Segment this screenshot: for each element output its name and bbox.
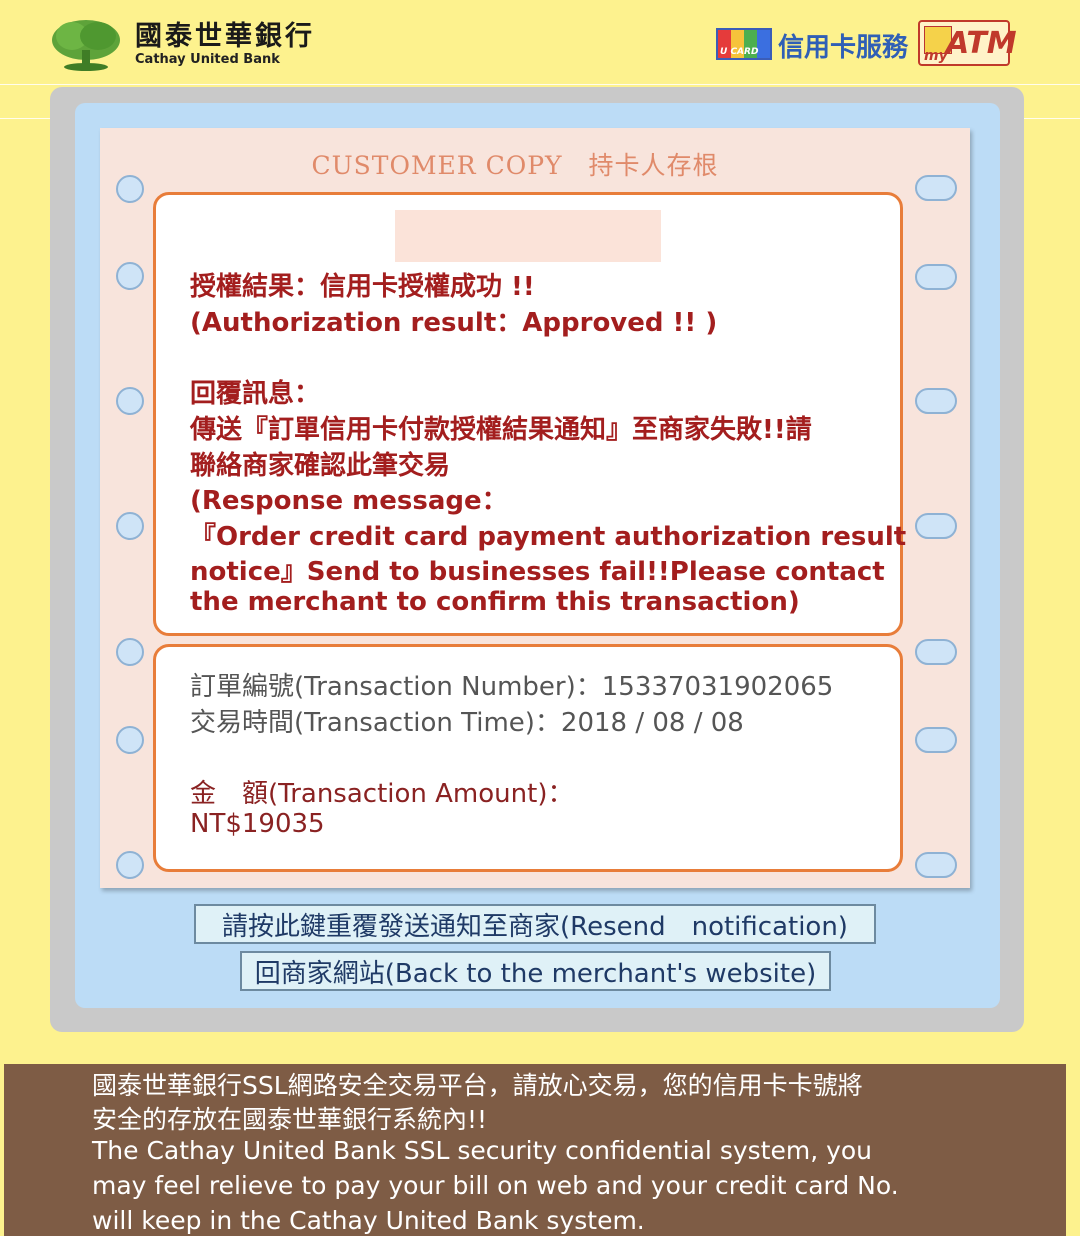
response-message-en-line2: notice』Send to businesses fail!!Please c… (190, 557, 885, 587)
response-message-zh-line2: 聯絡商家確認此筆交易 (190, 451, 451, 481)
page-header: 國泰世華銀行 Cathay United Bank U CARD 信用卡服務 A… (0, 0, 1080, 84)
response-label-en: (Response message： (190, 486, 508, 516)
redacted-area (395, 210, 661, 262)
footer-notice-en-line1: The Cathay United Bank SSL security conf… (92, 1136, 873, 1165)
cathay-tree-logo-icon (52, 20, 120, 71)
transaction-number: 訂單編號(Transaction Number)：15337031902065 (190, 672, 834, 702)
perforation-hole (915, 264, 957, 290)
perforation-hole (915, 639, 957, 665)
bank-name-chinese: 國泰世華銀行 (135, 21, 315, 52)
auth-result-zh: 授權結果：信用卡授權成功 !! (190, 272, 535, 302)
auth-result-en: (Authorization result：Approved !! ) (190, 308, 718, 338)
transaction-amount-label: 金 額(Transaction Amount)： (190, 779, 574, 809)
perforation-hole (915, 727, 957, 753)
response-message-en-line3: the merchant to confirm this transaction… (190, 587, 800, 617)
perforation-hole (915, 175, 957, 201)
my-atm-logo[interactable]: ATM my (918, 20, 1017, 66)
atm-logo-text: ATM (946, 26, 1017, 61)
perforation-hole (116, 851, 144, 879)
customer-copy-title: CUSTOMER COPY 持卡人存根 (311, 151, 719, 180)
perforation-hole (116, 175, 144, 203)
back-to-merchant-button[interactable]: 回商家網站(Back to the merchant's website) (240, 951, 831, 991)
perforation-hole (116, 638, 144, 666)
ucard-logo[interactable]: U CARD (716, 28, 772, 60)
resend-notification-button[interactable]: 請按此鍵重覆發送通知至商家(Resend notification) (194, 904, 876, 944)
response-message-en-line1: 『Order credit card payment authorization… (190, 522, 907, 552)
perforation-hole (116, 512, 144, 540)
transaction-time: 交易時間(Transaction Time)：2018 / 08 / 08 (190, 708, 744, 738)
perforation-hole (915, 513, 957, 539)
ucard-logo-text: U CARD (720, 47, 759, 57)
footer-notice-zh-line1: 國泰世華銀行SSL網路安全交易平台，請放心交易，您的信用卡卡號將 (92, 1071, 863, 1100)
footer-notice-en-line3: will keep in the Cathay United Bank syst… (92, 1206, 645, 1235)
credit-card-service-link[interactable]: 信用卡服務 (778, 27, 908, 64)
perforation-hole (915, 852, 957, 878)
footer-notice-zh-line2: 安全的存放在國泰世華銀行系統內!! (92, 1105, 488, 1134)
response-message-zh-line1: 傳送『訂單信用卡付款授權結果通知』至商家失敗!!請 (190, 415, 812, 445)
perforation-hole (116, 262, 144, 290)
perforation-hole (116, 726, 144, 754)
atm-logo-prefix: my (924, 48, 948, 64)
perforation-hole (116, 387, 144, 415)
footer-notice-en-line2: may feel relieve to pay your bill on web… (92, 1171, 899, 1200)
transaction-amount-value: NT$19035 (190, 809, 325, 839)
response-label-zh: 回覆訊息： (190, 379, 321, 409)
header-divider (0, 84, 1080, 85)
perforation-hole (915, 388, 957, 414)
bank-name-english: Cathay United Bank (135, 52, 280, 67)
